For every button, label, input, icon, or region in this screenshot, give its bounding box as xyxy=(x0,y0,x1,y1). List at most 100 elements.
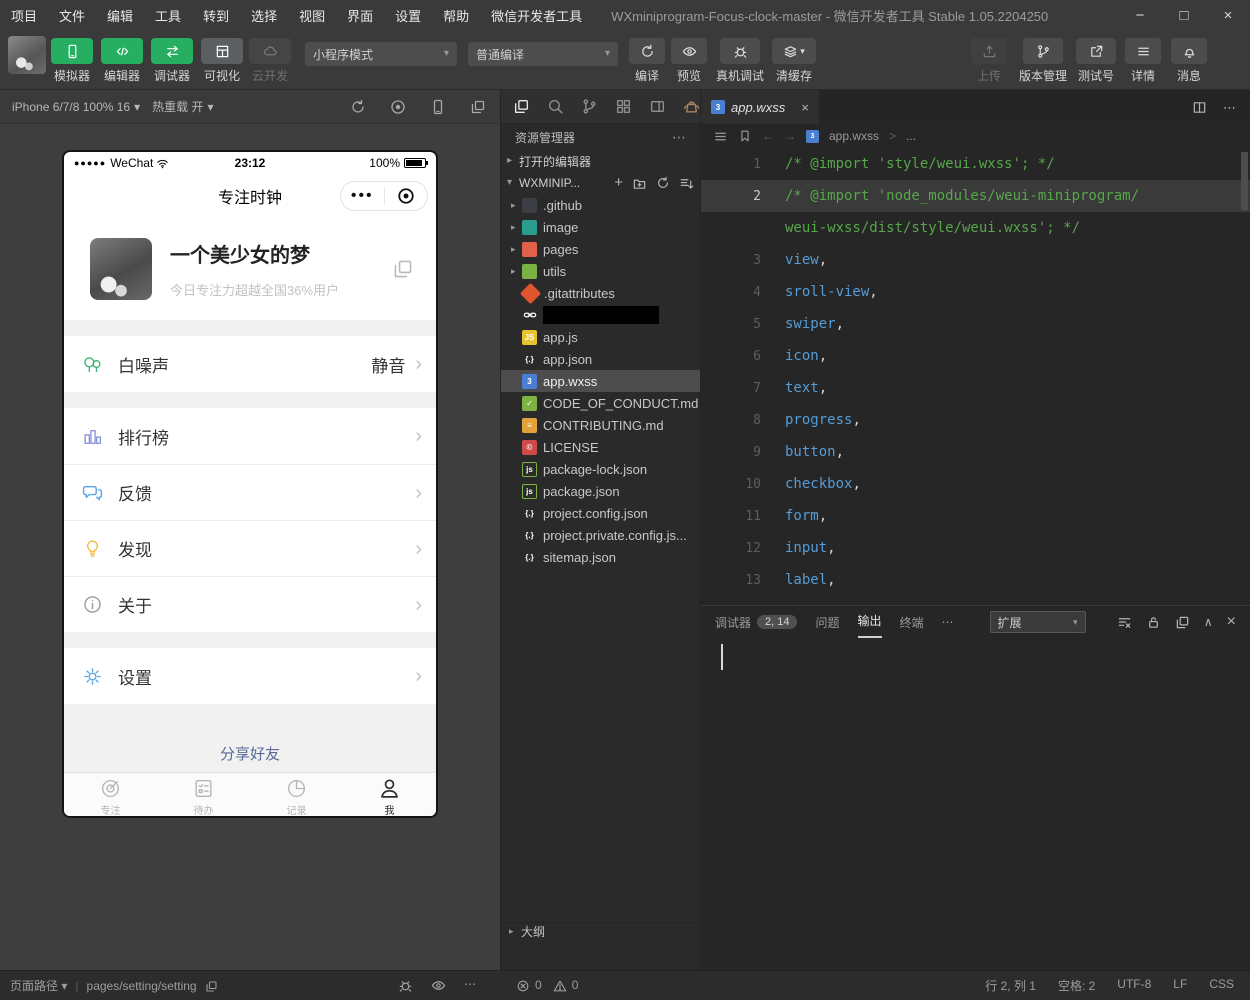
menu-settings[interactable]: 设置 xyxy=(384,6,432,25)
tree-file-license[interactable]: © LICENSE xyxy=(501,436,700,458)
console-tab-problems[interactable]: 问题 xyxy=(815,614,839,631)
visualize-toggle[interactable]: 可视化 xyxy=(198,38,246,84)
indentation[interactable]: 空格: 2 xyxy=(1058,977,1095,994)
editor-toggle[interactable]: 编辑器 xyxy=(98,38,146,84)
close-button[interactable] xyxy=(1206,8,1250,23)
cursor-position[interactable]: 行 2, 列 1 xyxy=(985,977,1036,994)
hot-reload-toggle[interactable]: 热重载 开 xyxy=(152,98,213,115)
float-window-icon[interactable] xyxy=(470,99,486,115)
tree-file-codeofconduct[interactable]: ✓ CODE_OF_CONDUCT.md xyxy=(501,392,700,414)
more-button[interactable] xyxy=(341,188,384,204)
console-tab-output[interactable]: 输出 xyxy=(858,606,882,638)
simulator-toggle[interactable]: 模拟器 xyxy=(48,38,96,84)
page-path-value[interactable]: pages/setting/setting xyxy=(87,979,197,993)
problems-summary[interactable]: 0 0 xyxy=(500,978,700,993)
copy-output-icon[interactable] xyxy=(1175,614,1190,629)
close-tab-icon[interactable] xyxy=(801,101,809,114)
copy-path-icon[interactable] xyxy=(205,978,218,992)
language-mode[interactable]: CSS xyxy=(1209,977,1234,994)
files-icon[interactable] xyxy=(513,98,530,115)
exit-button[interactable] xyxy=(385,187,428,205)
more-tabs-icon[interactable] xyxy=(942,616,954,628)
cell-about[interactable]: 关于 xyxy=(64,576,436,632)
nav-back-icon[interactable] xyxy=(762,130,774,142)
test-account-button[interactable]: 测试号 xyxy=(1072,38,1120,84)
breadcrumb-file[interactable]: app.wxss xyxy=(829,129,879,143)
debug-status-icon[interactable] xyxy=(398,978,413,993)
messages-button[interactable]: 消息 xyxy=(1168,38,1210,84)
nav-forward-icon[interactable] xyxy=(784,130,796,142)
cloud-dev-toggle[interactable]: 云开发 xyxy=(246,38,294,84)
search-icon[interactable] xyxy=(547,98,564,115)
compile-mode-select[interactable]: 普通编译 xyxy=(468,42,618,66)
tree-file-appjson[interactable]: {.} app.json xyxy=(501,348,700,370)
tab-todo[interactable]: 待办 xyxy=(157,773,250,818)
bookmark-icon[interactable] xyxy=(738,129,752,144)
breadcrumb-more[interactable]: ... xyxy=(906,129,916,143)
mode-select[interactable]: 小程序模式 xyxy=(305,42,457,66)
rotate-icon[interactable] xyxy=(350,99,366,115)
console-tab-terminal[interactable]: 终端 xyxy=(900,614,924,631)
tree-file-appjs[interactable]: JS app.js xyxy=(501,326,700,348)
menu-help[interactable]: 帮助 xyxy=(432,6,480,25)
maximize-button[interactable] xyxy=(1162,8,1206,23)
refresh-icon[interactable] xyxy=(656,176,670,191)
tree-file-contributing[interactable]: ≡ CONTRIBUTING.md xyxy=(501,414,700,436)
tree-file-projectconfig[interactable]: {.} project.config.json xyxy=(501,502,700,524)
more-status-icon[interactable] xyxy=(464,978,476,993)
editor-tab-appwxss[interactable]: 3 app.wxss xyxy=(701,90,819,124)
maximize-panel-icon[interactable] xyxy=(1204,616,1213,628)
preview-button[interactable]: 预览 xyxy=(668,38,710,84)
extensions-icon[interactable] xyxy=(615,98,632,115)
tab-me[interactable]: 我 xyxy=(343,773,436,818)
tree-folder-image[interactable]: image xyxy=(501,216,700,238)
tree-folder-pages[interactable]: pages xyxy=(501,238,700,260)
device-frame-icon[interactable] xyxy=(430,99,446,115)
user-avatar[interactable] xyxy=(8,36,46,74)
tree-file-gitattributes[interactable]: .gitattributes xyxy=(501,282,700,304)
cell-ranking[interactable]: 排行榜 xyxy=(64,408,436,464)
project-section[interactable]: WXMINIP... xyxy=(501,172,700,194)
menu-view[interactable]: 视图 xyxy=(288,6,336,25)
tab-focus[interactable]: 专注 xyxy=(64,773,157,818)
console-output-area[interactable] xyxy=(701,638,1250,670)
new-folder-icon[interactable] xyxy=(632,175,647,190)
split-editor-icon[interactable] xyxy=(1192,99,1207,115)
menu-tools[interactable]: 工具 xyxy=(144,6,192,25)
upload-button[interactable]: 上传 xyxy=(968,38,1010,84)
record-icon[interactable] xyxy=(390,99,406,115)
debugger-toggle[interactable]: 调试器 xyxy=(148,38,196,84)
menu-interface[interactable]: 界面 xyxy=(336,6,384,25)
outline-list-icon[interactable] xyxy=(713,128,728,143)
tree-folder-utils[interactable]: utils xyxy=(501,260,700,282)
more-actions-icon[interactable] xyxy=(672,130,686,144)
console-tab-debugger[interactable]: 调试器 2, 14 xyxy=(715,614,797,631)
teapot-icon[interactable] xyxy=(683,98,700,115)
tree-file-redacted[interactable] xyxy=(501,304,700,326)
menu-edit[interactable]: 编辑 xyxy=(96,6,144,25)
profile-avatar[interactable] xyxy=(90,238,152,300)
open-editors-section[interactable]: 打开的编辑器 xyxy=(501,150,700,172)
real-device-debug-button[interactable]: 真机调试 xyxy=(712,38,768,84)
source-control-icon[interactable] xyxy=(581,98,598,115)
close-panel-icon[interactable] xyxy=(1227,614,1236,630)
minimize-button[interactable] xyxy=(1118,8,1162,23)
profile-section[interactable]: 一个美少女的梦 今日专注力超越全国36%用户 xyxy=(64,218,436,320)
collapse-all-icon[interactable] xyxy=(679,175,694,190)
outline-section[interactable]: 大纲 xyxy=(501,922,701,940)
tree-file-package[interactable]: js package.json xyxy=(501,480,700,502)
tree-folder-github[interactable]: .github xyxy=(501,194,700,216)
cell-discover[interactable]: 发现 xyxy=(64,520,436,576)
code-editor[interactable]: 1/* @import 'style/weui.wxss'; */ 2/* @i… xyxy=(701,148,1250,605)
menu-select[interactable]: 选择 xyxy=(240,6,288,25)
menu-devtools[interactable]: 微信开发者工具 xyxy=(480,6,593,25)
tree-file-packagelock[interactable]: js package-lock.json xyxy=(501,458,700,480)
lock-scroll-icon[interactable] xyxy=(1146,614,1161,629)
clear-cache-button[interactable]: 清缓存 xyxy=(770,38,818,84)
share-friends-link[interactable]: 分享好友 xyxy=(220,743,280,764)
switch-account-icon[interactable] xyxy=(392,258,414,280)
eol-type[interactable]: LF xyxy=(1173,977,1187,994)
tree-file-projectprivateconfig[interactable]: {.} project.private.config.js... xyxy=(501,524,700,546)
clear-output-icon[interactable] xyxy=(1117,614,1132,629)
menu-goto[interactable]: 转到 xyxy=(192,6,240,25)
